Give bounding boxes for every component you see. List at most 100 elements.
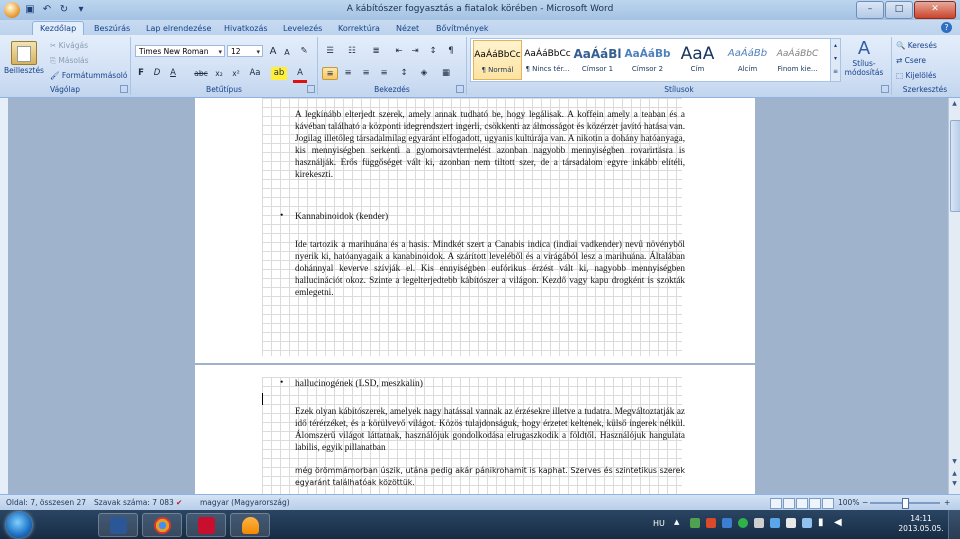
start-button[interactable]	[6, 512, 32, 538]
volume-icon[interactable]: ◀	[834, 517, 842, 528]
underline-button[interactable]: A	[167, 67, 179, 80]
align-right-button[interactable]: ≡	[358, 67, 374, 80]
grow-font-button[interactable]: A	[267, 45, 279, 58]
page-count[interactable]: Oldal: 7, összesen 27	[6, 495, 86, 511]
tray-app-icon[interactable]	[802, 518, 812, 528]
style-subtle-emphasis[interactable]: AaÁáBbC Finom kie...	[773, 40, 822, 80]
decrease-indent-button[interactable]: ⇤	[392, 45, 406, 58]
tab-lap-elrendezese[interactable]: Lap elrendezése	[146, 22, 211, 35]
zoom-in-icon[interactable]: +	[944, 495, 950, 511]
tray-app-icon[interactable]	[690, 518, 700, 528]
shading-button[interactable]: ◈	[416, 67, 432, 80]
clear-format-button[interactable]: ✎	[297, 45, 311, 58]
style-normal[interactable]: AaÁáBbCc ¶ Normál	[473, 40, 522, 80]
draft-view-icon[interactable]	[822, 498, 834, 509]
taskbar-word[interactable]	[98, 513, 138, 537]
zoom-out-icon[interactable]: −	[862, 495, 868, 511]
bold-button[interactable]: F	[135, 67, 147, 80]
print-layout-view-icon[interactable]	[770, 498, 782, 509]
show-marks-button[interactable]: ¶	[444, 45, 458, 58]
tray-app-icon[interactable]	[706, 518, 716, 528]
shrink-font-button[interactable]: A	[281, 46, 293, 59]
justify-button[interactable]: ≡	[376, 67, 392, 80]
document-page-next[interactable]: • hallucinogének (LSD, meszkalin) Ezek o…	[195, 365, 755, 494]
format-painter-button[interactable]: 🖌 Formátummásoló	[50, 71, 127, 80]
copy-button[interactable]: ⎘ Másolás	[50, 56, 89, 66]
tray-app-icon[interactable]	[786, 518, 796, 528]
vertical-scrollbar[interactable]: ▲ ▼ ▲ ▼	[948, 98, 960, 494]
cut-button[interactable]: ✂ Kivágás	[50, 41, 88, 50]
subscript-button[interactable]: x₂	[212, 67, 226, 80]
zoom-slider-handle[interactable]	[902, 498, 909, 509]
paragraph-launcher-icon[interactable]	[456, 85, 464, 93]
tray-app-icon[interactable]	[754, 518, 764, 528]
web-layout-view-icon[interactable]	[796, 498, 808, 509]
strikethrough-button[interactable]: abc	[193, 67, 209, 80]
font-launcher-icon[interactable]	[307, 85, 315, 93]
paragraph-hallucinogens[interactable]: Ezek olyan kábítószerek, amelyek nagy ha…	[295, 405, 685, 453]
tab-kezdolap[interactable]: Kezdőlap	[32, 21, 85, 36]
line-spacing-button[interactable]: ↕	[396, 67, 412, 80]
paragraph-cannabis[interactable]: Ide tartozik a marihuána és a hasis. Min…	[295, 238, 685, 298]
font-family-select[interactable]: Times New Roman	[135, 45, 225, 58]
paste-button[interactable]: Beillesztés	[4, 41, 44, 75]
change-case-button[interactable]: Aa	[247, 67, 263, 80]
styles-launcher-icon[interactable]	[881, 85, 889, 93]
borders-button[interactable]: ▦	[438, 67, 454, 80]
replace-button[interactable]: ⇄ Csere	[896, 56, 926, 65]
show-hidden-icons-icon[interactable]: ▲	[674, 518, 679, 526]
bullets-button[interactable]: ☰	[322, 45, 338, 58]
taskbar-chrome[interactable]	[142, 513, 182, 537]
scroll-down-icon[interactable]: ▼	[950, 458, 959, 467]
align-left-button[interactable]: ≡	[322, 67, 338, 80]
superscript-button[interactable]: x²	[229, 67, 243, 80]
previous-page-icon[interactable]: ▲	[950, 470, 959, 479]
network-icon[interactable]: ▮	[818, 517, 824, 528]
taskbar-vlc[interactable]	[230, 513, 270, 537]
bullet-kannabinoidok[interactable]: Kannabinoidok (kender)	[295, 212, 388, 222]
tray-app-icon[interactable]	[738, 518, 748, 528]
full-screen-view-icon[interactable]	[783, 498, 795, 509]
style-title[interactable]: AaA Cím	[673, 40, 722, 80]
style-no-spacing[interactable]: AaÁáBbCc ¶ Nincs tér...	[523, 40, 572, 80]
outline-view-icon[interactable]	[809, 498, 821, 509]
scroll-up-icon[interactable]: ▲	[950, 100, 959, 109]
find-button[interactable]: 🔍 Keresés	[896, 41, 937, 50]
tray-app-icon[interactable]	[722, 518, 732, 528]
scroll-thumb[interactable]	[950, 120, 960, 212]
change-styles-button[interactable]: A Stílus-módosítás	[842, 39, 886, 78]
tab-korrektura[interactable]: Korrektúra	[338, 22, 380, 35]
sort-button[interactable]: ↕	[426, 45, 440, 58]
clipboard-launcher-icon[interactable]	[120, 85, 128, 93]
font-color-button[interactable]: A	[293, 67, 307, 83]
close-button[interactable]: ✕	[914, 1, 956, 19]
tab-levelezes[interactable]: Levelezés	[283, 22, 322, 35]
document-page[interactable]: A legkínább elterjedt szerek, amely anna…	[195, 98, 755, 363]
styles-gallery-scroll[interactable]: ▴ ▾ ≡	[830, 38, 841, 82]
language-indicator[interactable]: magyar (Magyarország)	[200, 495, 290, 511]
highlight-button[interactable]: ab	[271, 67, 287, 80]
style-heading-1[interactable]: AaÁáBl Címsor 1	[573, 40, 622, 80]
zoom-level[interactable]: 100%	[838, 495, 859, 511]
font-size-select[interactable]: 12	[227, 45, 263, 58]
align-center-button[interactable]: ≡	[340, 67, 356, 80]
proofing-icon[interactable]: ✔	[176, 495, 182, 511]
tab-nezet[interactable]: Nézet	[396, 22, 419, 35]
taskbar-clock[interactable]: 14:11 2013.05.05.	[898, 514, 944, 534]
tab-beszuras[interactable]: Beszúrás	[94, 22, 130, 35]
minimize-button[interactable]: –	[856, 1, 884, 19]
tab-hivatkozas[interactable]: Hivatkozás	[224, 22, 268, 35]
maximize-button[interactable]: □	[885, 1, 913, 19]
next-page-icon[interactable]: ▼	[950, 480, 959, 489]
paragraph-hallucinogens-tail[interactable]: még örömmámorban úszik, utána pedig akár…	[295, 465, 685, 489]
tab-bovitmenyek[interactable]: Bővítmények	[436, 22, 489, 35]
taskbar-acrobat[interactable]	[186, 513, 226, 537]
increase-indent-button[interactable]: ⇥	[408, 45, 422, 58]
word-count[interactable]: Szavak száma: 7 083	[94, 495, 174, 511]
italic-button[interactable]: D	[151, 67, 163, 80]
numbering-button[interactable]: ☷	[344, 45, 360, 58]
show-desktop-button[interactable]	[948, 510, 960, 539]
paragraph-stimulants[interactable]: A legkínább elterjedt szerek, amely anna…	[295, 108, 685, 181]
bullet-hallucinogenek[interactable]: hallucinogének (LSD, meszkalin)	[295, 379, 423, 389]
keyboard-language[interactable]: HU	[653, 519, 665, 528]
